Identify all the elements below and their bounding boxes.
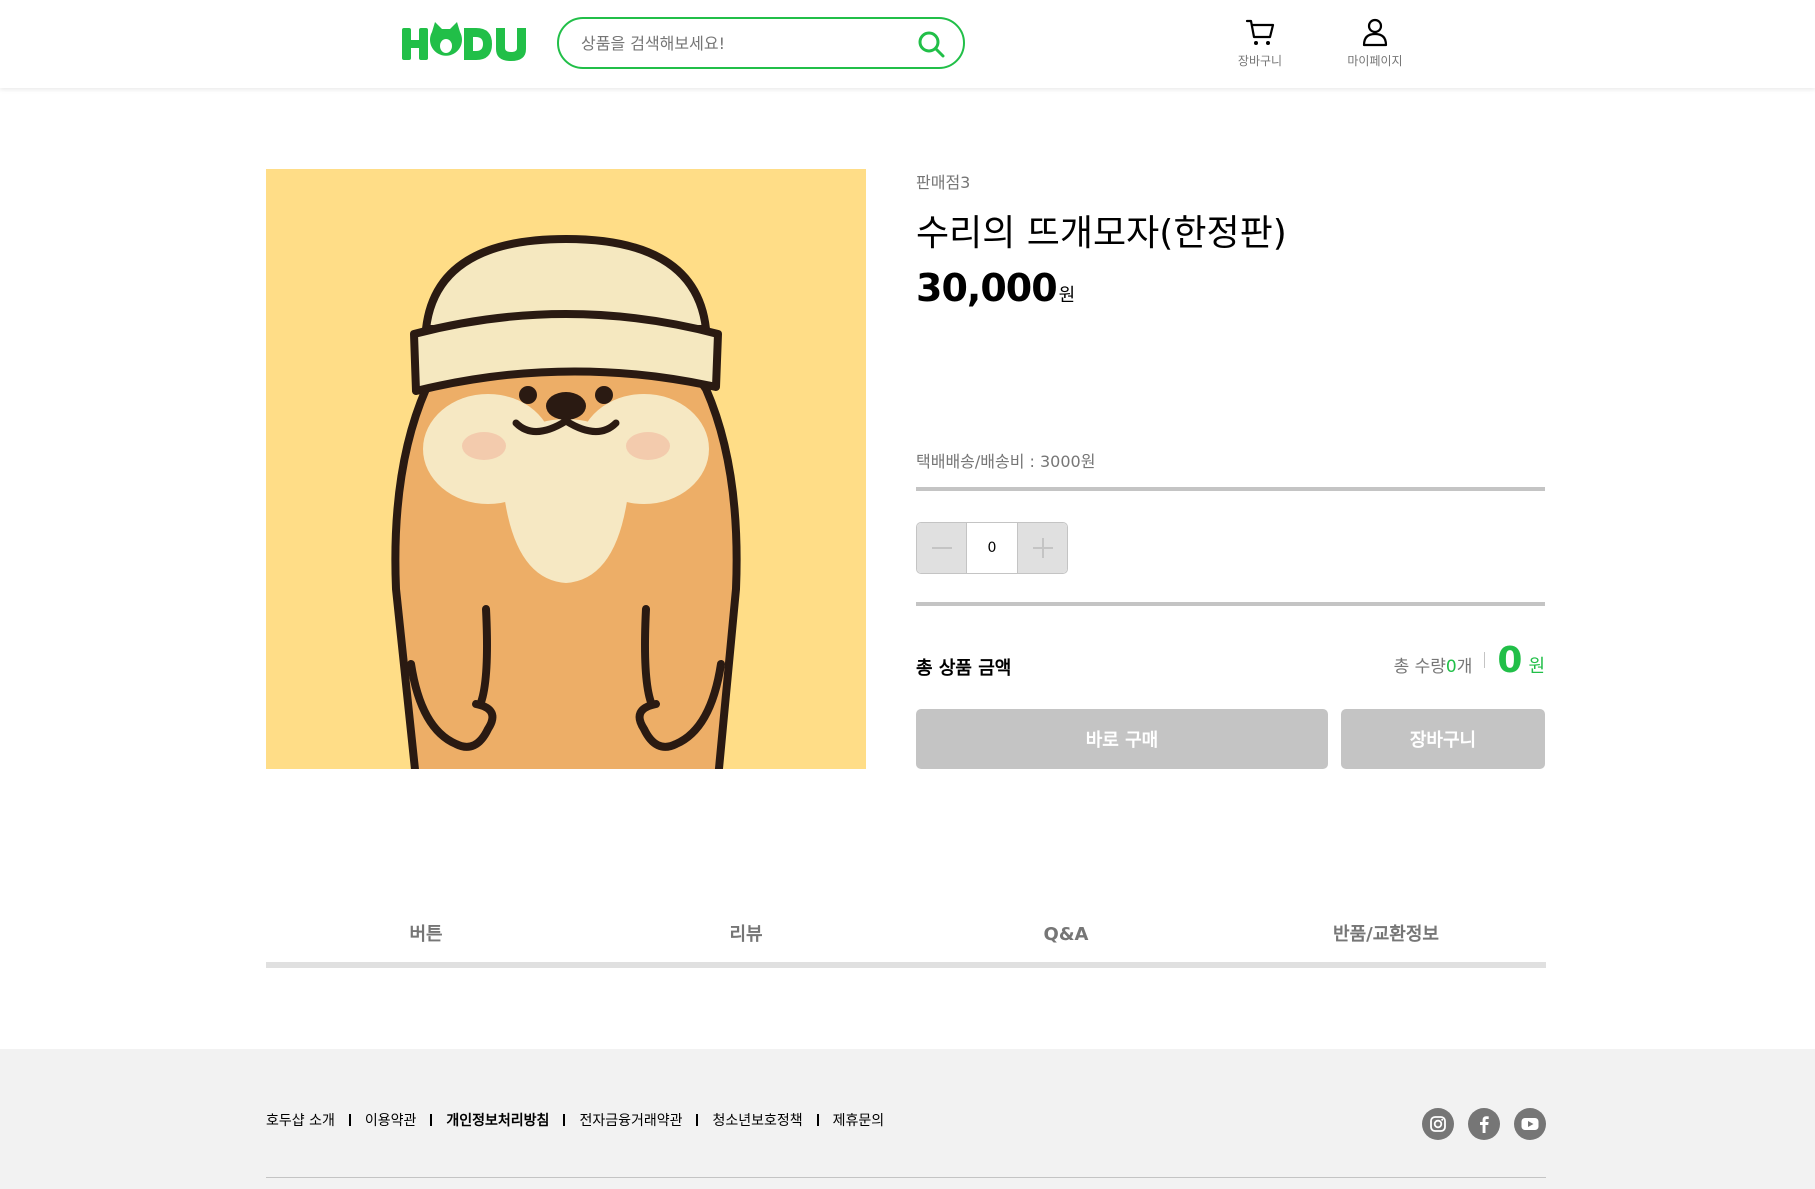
- instagram-icon: [1430, 1116, 1446, 1132]
- user-icon: [1362, 18, 1388, 47]
- total-amount-unit: 원: [1528, 656, 1545, 677]
- cart-link[interactable]: 장바구니: [1225, 16, 1295, 72]
- separator: [816, 1114, 819, 1126]
- quantity-value[interactable]: 0: [967, 523, 1017, 573]
- youtube-link[interactable]: [1514, 1108, 1546, 1140]
- shipping-info: 택배배송/배송비 : 3000원: [916, 452, 1096, 471]
- facebook-icon: [1480, 1116, 1489, 1133]
- instagram-link[interactable]: [1422, 1108, 1454, 1140]
- total-summary: 총 수량 0 개 0 원: [1393, 640, 1545, 681]
- quantity-stepper: 0: [916, 522, 1068, 574]
- footer-link-terms[interactable]: 이용약관: [365, 1110, 417, 1130]
- seller-name: 판매점3: [916, 173, 971, 192]
- mypage-link[interactable]: 마이페이지: [1340, 16, 1410, 72]
- total-count-label: 총 수량: [1393, 657, 1446, 677]
- add-to-cart-button[interactable]: 장바구니: [1341, 709, 1545, 769]
- total-label: 총 상품 금액: [916, 658, 1012, 679]
- cart-label: 장바구니: [1237, 54, 1283, 68]
- price-value: 30,000: [916, 266, 1058, 310]
- footer-link-youth-policy[interactable]: 청소년보호정책: [712, 1110, 802, 1130]
- product-price: 30,000 원: [916, 266, 1076, 310]
- buy-now-button[interactable]: 바로 구매: [916, 709, 1328, 769]
- youtube-icon: [1521, 1118, 1539, 1130]
- separator: [1484, 652, 1486, 668]
- footer-link-privacy[interactable]: 개인정보처리방침: [446, 1110, 549, 1130]
- product-image: [266, 169, 866, 769]
- footer-link-partnership[interactable]: 제휴문의: [833, 1110, 885, 1130]
- otter-illustration: [266, 169, 866, 769]
- minus-button[interactable]: [917, 523, 967, 573]
- separator: [696, 1114, 699, 1126]
- hodu-logo[interactable]: [402, 22, 528, 62]
- footer-link-financial-terms[interactable]: 전자금융거래약관: [579, 1110, 682, 1130]
- separator: [563, 1114, 566, 1126]
- tabs-underline: [266, 962, 1546, 968]
- total-amount: 0: [1497, 640, 1523, 681]
- price-unit: 원: [1058, 285, 1076, 306]
- logo-mark: [402, 22, 526, 61]
- search-button[interactable]: [917, 30, 945, 58]
- product-name: 수리의 뜨개모자(한정판): [916, 213, 1287, 254]
- header: 장바구니 마이페이지: [0, 0, 1815, 88]
- divider: [916, 487, 1545, 491]
- footer-links: 호두샵 소개 이용약관 개인정보처리방침 전자금융거래약관 청소년보호정책 제휴…: [266, 1110, 884, 1130]
- plus-button[interactable]: [1017, 523, 1067, 573]
- total-count-unit: 개: [1456, 657, 1473, 677]
- footer-link-about[interactable]: 호두샵 소개: [266, 1110, 335, 1130]
- search-bar: [557, 17, 965, 69]
- separator: [430, 1114, 433, 1126]
- cart-icon: [1245, 19, 1275, 45]
- mypage-label: 마이페이지: [1347, 54, 1403, 68]
- search-icon: [918, 31, 945, 58]
- total-count: 0: [1445, 657, 1457, 677]
- facebook-link[interactable]: [1468, 1108, 1500, 1140]
- divider: [916, 602, 1545, 606]
- footer-divider: [266, 1177, 1546, 1178]
- separator: [348, 1114, 351, 1126]
- search-input[interactable]: [581, 31, 901, 55]
